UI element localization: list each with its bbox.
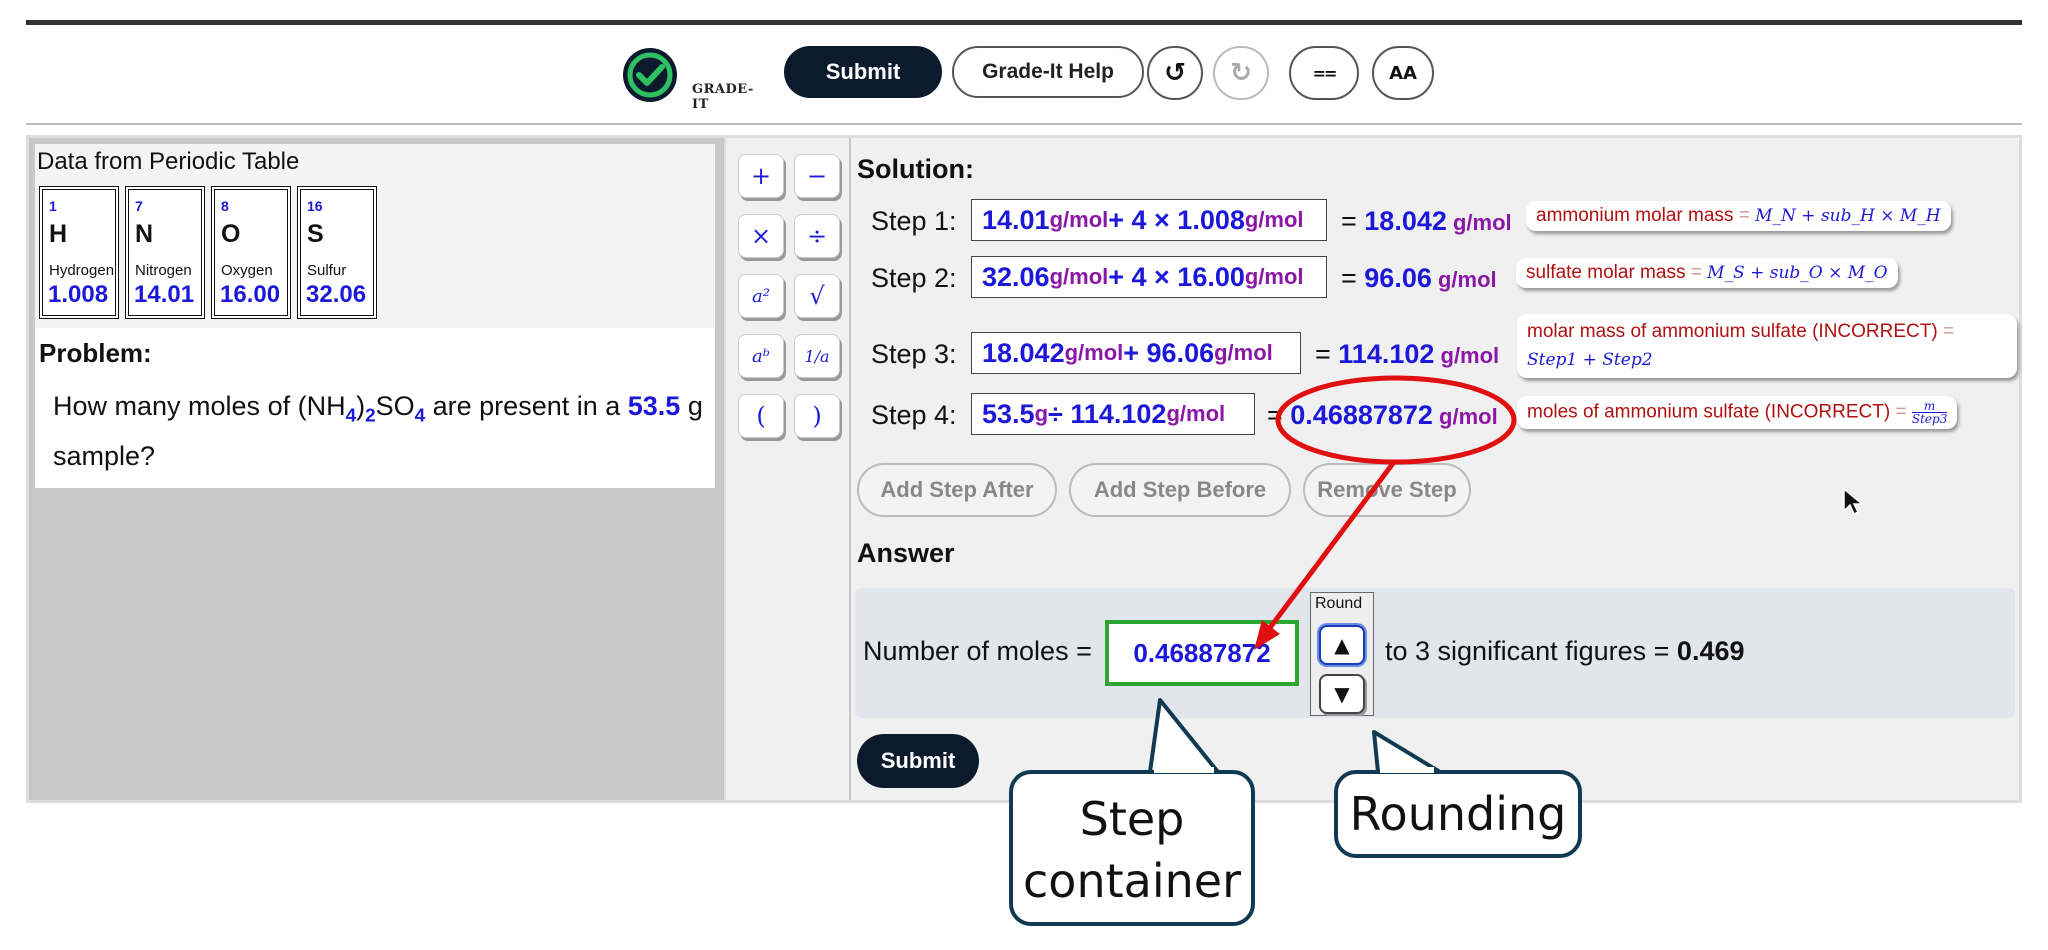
- element-symbol: O: [221, 220, 241, 248]
- multiply-key[interactable]: ×: [738, 214, 784, 258]
- step-4-tag[interactable]: moles of ammonium sulfate (INCORRECT) = …: [1517, 396, 1958, 429]
- step-1-label: Step 1:: [871, 206, 957, 236]
- element-number: 8: [221, 198, 229, 214]
- step-2-label: Step 2:: [871, 263, 957, 293]
- logo-check-icon: [623, 48, 677, 102]
- step-3-label: Step 3:: [871, 339, 957, 369]
- element-name: Hydrogen: [49, 262, 115, 279]
- grade-it-logo: GRADE-IT: [620, 45, 755, 112]
- periodic-table-title: Data from Periodic Table: [37, 148, 300, 175]
- main-workspace: Data from Periodic Table 1 H Hydrogen 1.…: [26, 135, 2022, 803]
- step-2-result: = 96.06 g/mol: [1341, 263, 1497, 293]
- power-key[interactable]: aᵇ: [738, 334, 784, 378]
- toolbar: GRADE-IT Submit Grade-It Help ↺ ↻ == AA: [26, 25, 2022, 125]
- help-button[interactable]: Grade-It Help: [952, 46, 1144, 98]
- element-sulfur: 16 S Sulfur 32.06: [297, 186, 377, 319]
- answer-title: Answer: [857, 538, 955, 568]
- problem-title: Problem:: [39, 338, 152, 368]
- rounded-answer: 0.469: [1676, 636, 1745, 666]
- step-1-tag[interactable]: ammonium molar mass = M_N + sub_H × M_H: [1526, 201, 1951, 231]
- mouse-cursor-icon: [1843, 487, 1864, 516]
- element-symbol: H: [49, 220, 68, 248]
- redo-icon: ↻: [1230, 58, 1252, 88]
- solution-title: Solution:: [857, 154, 974, 184]
- math-keypad: + − × ÷ a² √ aᵇ 1/a ( ): [724, 138, 849, 800]
- round-up-button[interactable]: ▲: [1319, 625, 1365, 665]
- element-name: Sulfur: [307, 262, 347, 279]
- element-number: 7: [135, 198, 143, 214]
- significant-figures-text: to 3 significant figures = 0.469: [1385, 636, 1745, 666]
- round-label: Round: [1315, 595, 1363, 612]
- undo-icon: ↺: [1164, 58, 1186, 88]
- step-4-input[interactable]: 53.5 g ÷ 114.102 g/mol: [971, 393, 1255, 435]
- submit-answer-button[interactable]: Submit: [857, 734, 979, 788]
- element-mass: 14.01: [134, 281, 195, 308]
- element-name: Oxygen: [221, 262, 273, 279]
- element-mass: 1.008: [48, 281, 109, 308]
- arrow-up-icon: ▲: [1334, 633, 1350, 657]
- rounding-callout: Rounding: [1334, 770, 1582, 858]
- step-container-callout: Step container: [1009, 770, 1255, 926]
- step-1-result: = 18.042 g/mol: [1341, 206, 1512, 236]
- arrow-down-icon: ▼: [1334, 682, 1350, 706]
- font-size-icon: AA: [1389, 62, 1417, 84]
- equals-button[interactable]: ==: [1289, 46, 1359, 100]
- open-paren-key[interactable]: (: [738, 394, 784, 438]
- submit-button-top[interactable]: Submit: [784, 46, 942, 98]
- answer-panel: Number of moles = 0.46887872 Round ▲ ▼ t…: [855, 588, 2015, 718]
- problem-mass-value: 53.5: [627, 391, 681, 421]
- sqrt-key[interactable]: √: [794, 274, 840, 318]
- divide-key[interactable]: ÷: [794, 214, 840, 258]
- round-control: Round ▲ ▼: [1310, 592, 1374, 716]
- step-4-label: Step 4:: [871, 400, 957, 430]
- step-2-input[interactable]: 32.06 g/mol + 4 × 16.00 g/mol: [971, 256, 1327, 298]
- answer-label: Number of moles =: [863, 636, 1092, 666]
- equals-icon: ==: [1312, 63, 1338, 83]
- remove-step-button[interactable]: Remove Step: [1303, 463, 1471, 517]
- font-size-button[interactable]: AA: [1372, 46, 1434, 100]
- element-hydrogen: 1 H Hydrogen 1.008: [39, 186, 119, 319]
- plus-key[interactable]: +: [738, 154, 784, 198]
- step-1-input[interactable]: 14.01 g/mol + 4 × 1.008 g/mol: [971, 199, 1327, 241]
- square-key[interactable]: a²: [738, 274, 784, 318]
- step-3-result: = 114.102 g/mol: [1315, 339, 1500, 369]
- element-number: 1: [49, 198, 57, 214]
- minus-key[interactable]: −: [794, 154, 840, 198]
- round-down-button[interactable]: ▼: [1319, 674, 1365, 714]
- element-nitrogen: 7 N Nitrogen 14.01: [125, 186, 205, 319]
- add-step-after-button[interactable]: Add Step After: [857, 463, 1057, 517]
- problem-panel: Problem: How many moles of (NH4)2SO4 are…: [35, 328, 715, 488]
- add-step-before-button[interactable]: Add Step Before: [1069, 463, 1291, 517]
- redo-button[interactable]: ↻: [1213, 46, 1269, 100]
- element-symbol: S: [307, 220, 324, 248]
- step-3-input[interactable]: 18.042 g/mol + 96.06 g/mol: [971, 332, 1301, 374]
- step-4-result: = 0.46887872 g/mol: [1267, 400, 1498, 430]
- element-mass: 16.00: [220, 281, 281, 308]
- reciprocal-key[interactable]: 1/a: [794, 334, 840, 378]
- element-symbol: N: [135, 220, 154, 248]
- element-number: 16: [307, 198, 323, 214]
- step-3-tag[interactable]: molar mass of ammonium sulfate (INCORREC…: [1517, 314, 2017, 378]
- problem-text: How many moles of (NH4)2SO4 are present …: [53, 391, 703, 472]
- close-paren-key[interactable]: ): [794, 394, 840, 438]
- logo-text: GRADE-IT: [692, 82, 754, 112]
- element-name: Nitrogen: [135, 262, 192, 279]
- solution-panel: Solution: Step 1: 14.01 g/mol + 4 × 1.00…: [851, 138, 2019, 800]
- element-oxygen: 8 O Oxygen 16.00: [211, 186, 291, 319]
- undo-button[interactable]: ↺: [1147, 46, 1203, 100]
- step-2-tag[interactable]: sulfate molar mass = M_S + sub_O × M_O: [1516, 258, 1898, 288]
- answer-input[interactable]: 0.46887872: [1105, 620, 1299, 686]
- element-mass: 32.06: [306, 281, 367, 308]
